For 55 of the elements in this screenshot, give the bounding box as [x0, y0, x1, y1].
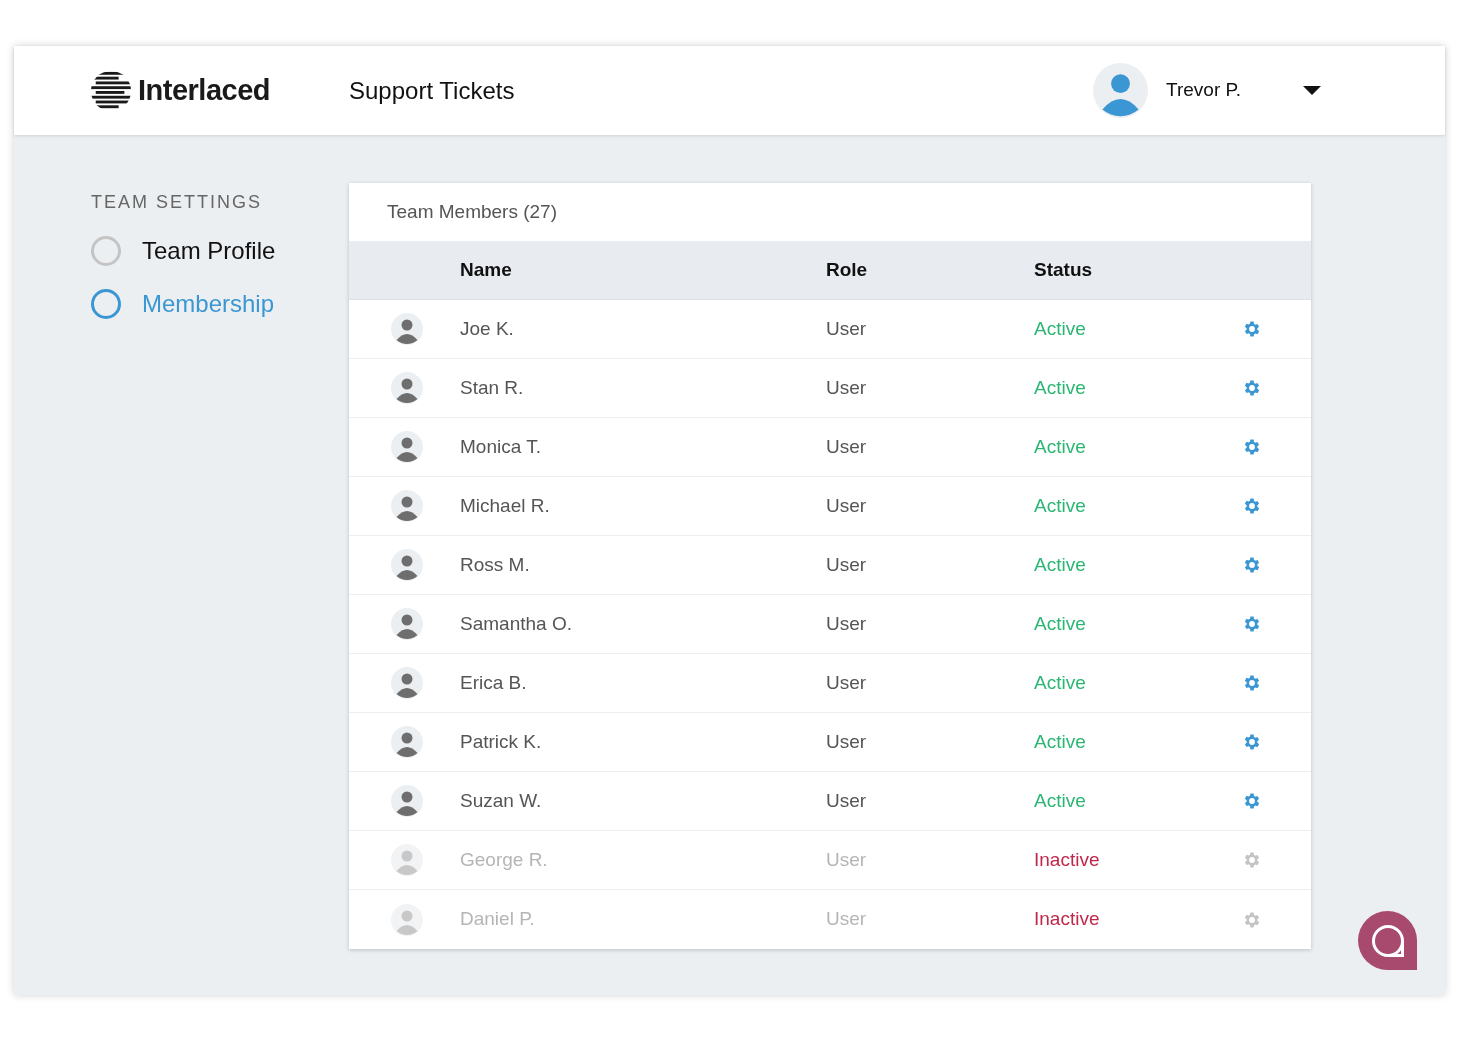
- settings-icon[interactable]: [1242, 555, 1262, 575]
- settings-icon[interactable]: [1242, 614, 1262, 634]
- brand-name: Interlaced: [138, 72, 270, 108]
- table-cell-text: User: [826, 907, 868, 932]
- table-cell-text: User: [826, 670, 868, 695]
- status-label: Active: [1034, 493, 1087, 518]
- table-cell-text: Stan R.: [460, 375, 525, 400]
- status-label: Active: [1034, 611, 1087, 636]
- table-cell-text: Monica T.: [460, 434, 542, 459]
- table-cell-text: User: [826, 847, 868, 872]
- table-cell-text: User: [826, 434, 868, 459]
- settings-icon[interactable]: [1242, 732, 1262, 752]
- status-label: Inactive: [1034, 907, 1101, 932]
- table-cell-text: Patrick K.: [460, 729, 543, 754]
- status-label: Active: [1034, 375, 1087, 400]
- column-header: Name: [460, 257, 513, 282]
- user-name[interactable]: Trevor P.: [1166, 76, 1241, 105]
- sidebar-item[interactable]: Team Profile: [91, 233, 349, 269]
- table-cell-text: User: [826, 316, 868, 341]
- table-cell-text: Daniel P.: [460, 907, 536, 932]
- settings-icon[interactable]: [1242, 791, 1262, 811]
- status-label: Active: [1034, 670, 1087, 695]
- status-label: Active: [1034, 552, 1087, 577]
- status-label: Active: [1034, 788, 1087, 813]
- page-title: Support Tickets: [349, 75, 515, 106]
- table-cell-text: Ross M.: [460, 552, 531, 577]
- status-label: Inactive: [1034, 847, 1101, 872]
- table-cell-text: George R.: [460, 847, 549, 872]
- settings-icon[interactable]: [1242, 496, 1262, 516]
- panel-title: Team Members (27): [387, 199, 557, 224]
- table-cell-text: User: [826, 375, 868, 400]
- status-label: Active: [1034, 729, 1087, 754]
- table-cell-text: User: [826, 788, 868, 813]
- table-cell-text: Joe K.: [460, 316, 515, 341]
- table-cell-text: User: [826, 729, 868, 754]
- table-cell-text: Michael R.: [460, 493, 551, 518]
- settings-icon[interactable]: [1242, 319, 1262, 339]
- table-cell-text: Suzan W.: [460, 788, 543, 813]
- table-cell-text: User: [826, 552, 868, 577]
- chat-bubble-icon: [1370, 923, 1405, 958]
- table-cell-text: User: [826, 611, 868, 636]
- column-header: Status: [1034, 257, 1094, 282]
- settings-icon[interactable]: [1242, 673, 1262, 693]
- status-label: Active: [1034, 316, 1087, 341]
- column-header: Role: [826, 257, 869, 282]
- settings-icon[interactable]: [1242, 850, 1262, 870]
- status-label: Active: [1034, 434, 1087, 459]
- table-cell-text: User: [826, 493, 868, 518]
- table-cell-text: Erica B.: [460, 670, 528, 695]
- settings-icon[interactable]: [1242, 378, 1262, 398]
- settings-icon[interactable]: [1242, 437, 1262, 457]
- table-cell-text: Samantha O.: [460, 611, 573, 636]
- caret-icon[interactable]: [1303, 85, 1321, 96]
- sidebar-heading: TEAM SETTINGS: [91, 191, 263, 213]
- user-avatar-icon: [1093, 63, 1148, 118]
